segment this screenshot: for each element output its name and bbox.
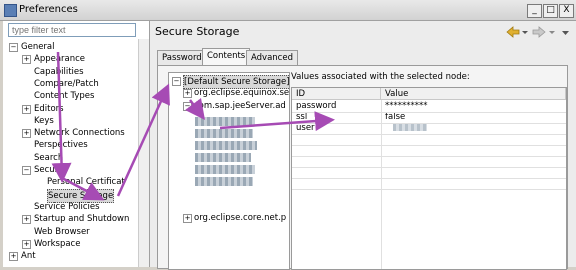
annotation-arrow bbox=[185, 98, 205, 120]
annotation-arrows bbox=[51, 51, 335, 201]
annotation-arrow bbox=[61, 176, 105, 201]
annotation-arrow bbox=[116, 83, 170, 197]
annotation-arrow bbox=[51, 51, 72, 183]
annotation-arrow bbox=[219, 111, 335, 132]
